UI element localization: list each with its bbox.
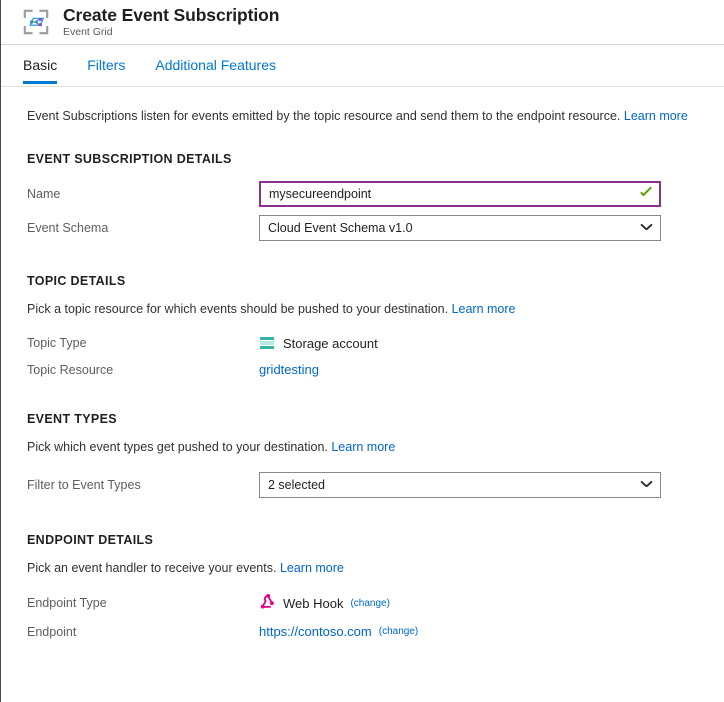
name-input-value: mysecureendpoint (269, 187, 639, 201)
row-endpoint-type: Endpoint Type Web Hook (27, 594, 724, 612)
event-grid-icon (19, 5, 53, 39)
event-types-learn-more-link[interactable]: Learn more (331, 440, 395, 454)
chevron-down-icon (640, 221, 654, 235)
row-topic-type: Topic Type Storage account (27, 335, 724, 351)
blade-header: Create Event Subscription Event Grid (1, 0, 724, 45)
tab-basic[interactable]: Basic (23, 45, 57, 84)
intro-learn-more-link[interactable]: Learn more (624, 109, 688, 123)
section-title-event-subscription-details: EVENT SUBSCRIPTION DETAILS (27, 152, 724, 166)
page-subtitle: Event Grid (63, 26, 279, 39)
tab-bar: Basic Filters Additional Features (1, 45, 724, 87)
row-endpoint: Endpoint https://contoso.com (change) (27, 624, 724, 639)
section-title-topic-details: TOPIC DETAILS (27, 274, 724, 288)
storage-account-icon (259, 335, 275, 351)
topic-details-description-text: Pick a topic resource for which events s… (27, 302, 448, 316)
label-name: Name (27, 187, 259, 201)
intro-description: Event Subscriptions listen for events em… (27, 109, 620, 123)
endpoint-type-value-group: Web Hook (change) (259, 594, 390, 612)
endpoint-change-link[interactable]: (change) (379, 626, 418, 637)
endpoint-value-group: https://contoso.com (change) (259, 624, 418, 639)
page-title: Create Event Subscription (63, 5, 279, 25)
topic-details-description: Pick a topic resource for which events s… (27, 301, 724, 317)
header-text: Create Event Subscription Event Grid (63, 5, 279, 39)
blade-body: Event Subscriptions listen for events em… (1, 108, 724, 639)
event-schema-select[interactable]: Cloud Event Schema v1.0 (259, 215, 661, 241)
label-topic-type: Topic Type (27, 336, 259, 350)
checkmark-icon (639, 187, 653, 201)
endpoint-type-value: Web Hook (283, 596, 343, 611)
endpoint-details-description-text: Pick an event handler to receive your ev… (27, 561, 276, 575)
endpoint-type-change-link[interactable]: (change) (350, 598, 389, 609)
filter-event-types-select[interactable]: 2 selected (259, 472, 661, 498)
create-event-subscription-blade: Create Event Subscription Event Grid Bas… (0, 0, 724, 702)
row-name: Name mysecureendpoint (27, 181, 724, 207)
label-endpoint: Endpoint (27, 625, 259, 639)
label-endpoint-type: Endpoint Type (27, 596, 259, 610)
event-types-description-text: Pick which event types get pushed to you… (27, 440, 328, 454)
tab-filters[interactable]: Filters (87, 45, 125, 84)
endpoint-details-learn-more-link[interactable]: Learn more (280, 561, 344, 575)
section-title-event-types: EVENT TYPES (27, 412, 724, 426)
topic-details-learn-more-link[interactable]: Learn more (452, 302, 516, 316)
row-topic-resource: Topic Resource gridtesting (27, 362, 724, 377)
tab-additional-features[interactable]: Additional Features (155, 45, 276, 84)
webhook-icon (259, 593, 277, 611)
topic-resource-link[interactable]: gridtesting (259, 362, 319, 377)
section-title-endpoint-details: ENDPOINT DETAILS (27, 533, 724, 547)
name-input[interactable]: mysecureendpoint (259, 181, 661, 207)
label-topic-resource: Topic Resource (27, 363, 259, 377)
event-schema-value: Cloud Event Schema v1.0 (268, 221, 640, 235)
row-filter-event-types: Filter to Event Types 2 selected (27, 472, 724, 498)
event-types-description: Pick which event types get pushed to you… (27, 439, 724, 455)
endpoint-url-link[interactable]: https://contoso.com (259, 624, 372, 639)
intro-text: Event Subscriptions listen for events em… (27, 108, 724, 124)
topic-type-value-group: Storage account (259, 335, 378, 351)
topic-resource-value-group: gridtesting (259, 362, 319, 377)
row-event-schema: Event Schema Cloud Event Schema v1.0 (27, 215, 724, 241)
filter-event-types-value: 2 selected (268, 478, 640, 492)
endpoint-details-description: Pick an event handler to receive your ev… (27, 560, 724, 576)
topic-type-value: Storage account (283, 336, 378, 351)
label-filter-event-types: Filter to Event Types (27, 478, 259, 492)
chevron-down-icon (640, 478, 654, 492)
label-event-schema: Event Schema (27, 221, 259, 235)
